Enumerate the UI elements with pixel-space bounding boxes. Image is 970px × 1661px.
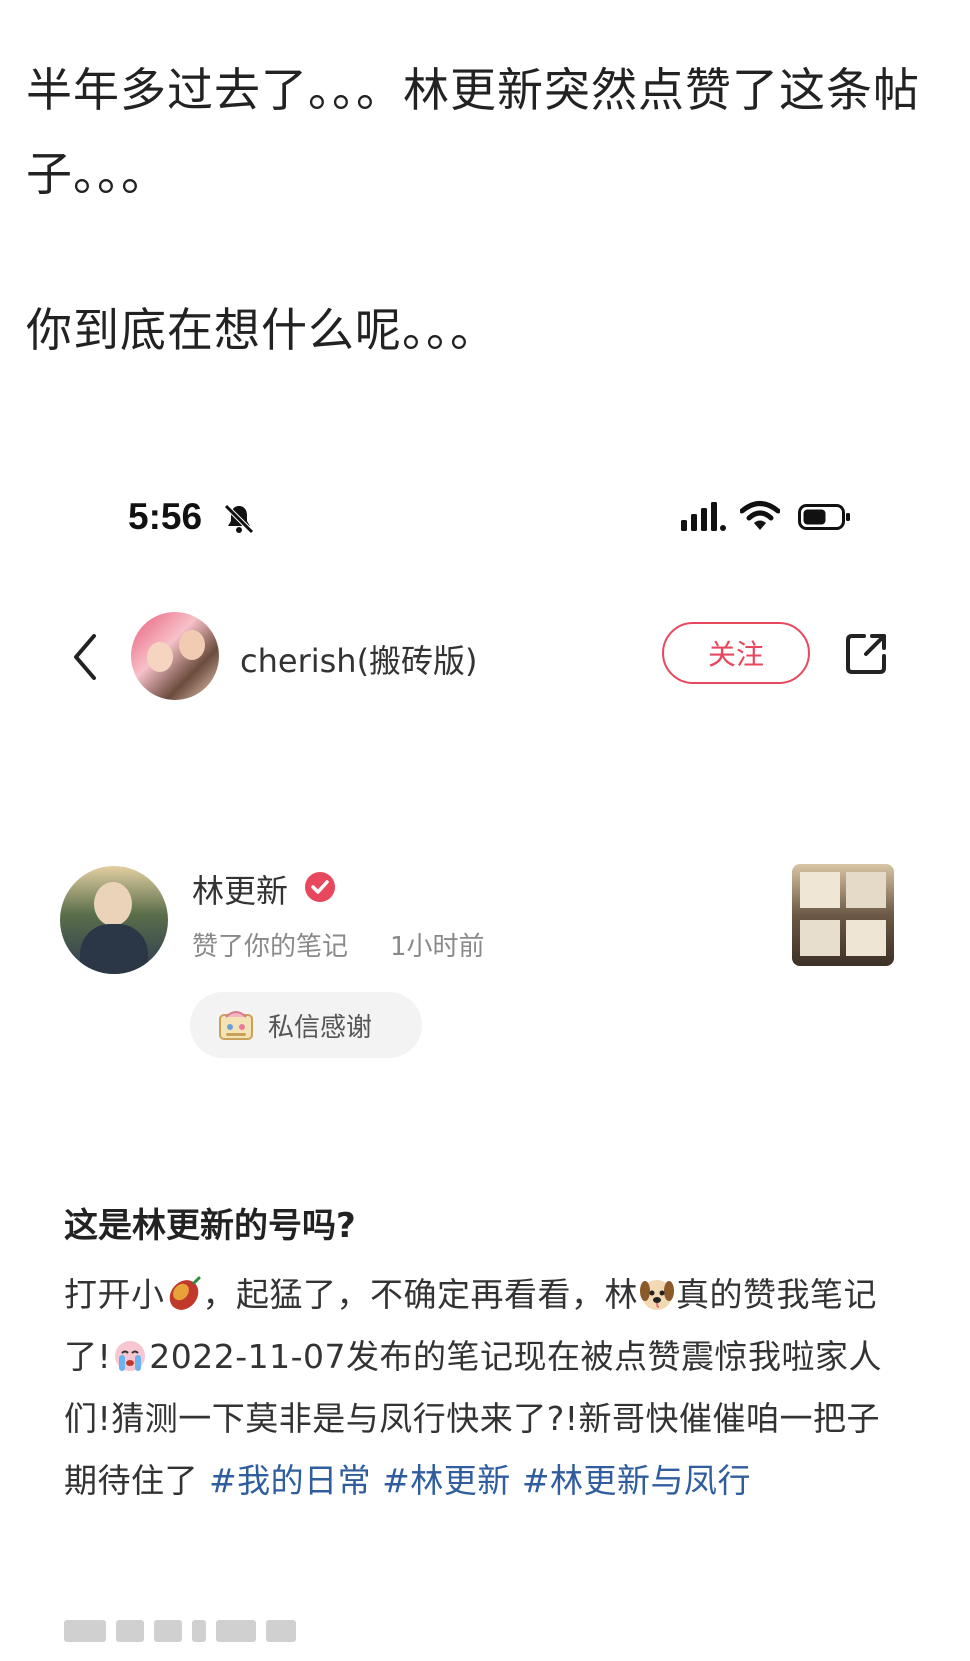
- note-thumbnail[interactable]: [792, 864, 894, 966]
- bell-slash-icon: [224, 504, 254, 534]
- share-icon[interactable]: [842, 630, 890, 678]
- post-text-1: 打开小: [64, 1275, 165, 1314]
- notification-name[interactable]: 林更新: [192, 866, 288, 912]
- status-bar: 5:56: [0, 496, 970, 546]
- sweet-potato-icon: [169, 1276, 200, 1310]
- crying-face-icon: [115, 1341, 146, 1371]
- avatar[interactable]: [131, 612, 219, 700]
- username[interactable]: cherish(搬砖版): [240, 636, 478, 682]
- verified-check-icon: [305, 872, 335, 902]
- caption-line-1: 半年多过去了。。。林更新突然点赞了这条帖子。。。: [26, 63, 920, 201]
- caption-line-2: 你到底在想什么呢。。。: [26, 303, 497, 357]
- status-time: 5:56: [128, 496, 203, 537]
- thank-you-card-icon: [219, 1011, 253, 1040]
- hashtag-lin-gengxin[interactable]: #林更新: [382, 1461, 511, 1500]
- wifi-icon: [740, 501, 780, 530]
- hashtag-my-daily[interactable]: #我的日常: [209, 1461, 371, 1500]
- dog-face-icon: [640, 1280, 674, 1310]
- caption: 半年多过去了。。。林更新突然点赞了这条帖子。。。 你到底在想什么呢。。。: [26, 48, 946, 372]
- hashtag-lin-gengxin-fengxing[interactable]: #林更新与凤行: [522, 1461, 751, 1500]
- truncated-footer: [64, 1614, 334, 1648]
- post-text-2: ，起猛了，不确定再看看，林: [202, 1275, 638, 1314]
- post-title: 这是林更新的号吗?: [64, 1206, 356, 1246]
- post-body: 打开小 ，起猛了，不确定再看看，林 真的赞我笔记了! 2022-11-07发布的笔记现…: [64, 1264, 902, 1512]
- notification-avatar[interactable]: [60, 866, 168, 974]
- signal-icon: [681, 502, 726, 531]
- notification-time: 1小时前: [390, 932, 485, 962]
- notification-action: 赞了你的笔记: [192, 932, 349, 962]
- nav-header: cherish(搬砖版) 关注: [0, 600, 970, 710]
- thanks-message-button[interactable]: 私信感谢: [190, 992, 422, 1058]
- chevron-left-icon[interactable]: [68, 630, 102, 684]
- thanks-label: 私信感谢: [268, 1012, 373, 1043]
- battery-icon: [798, 504, 850, 530]
- follow-button[interactable]: 关注: [662, 622, 810, 684]
